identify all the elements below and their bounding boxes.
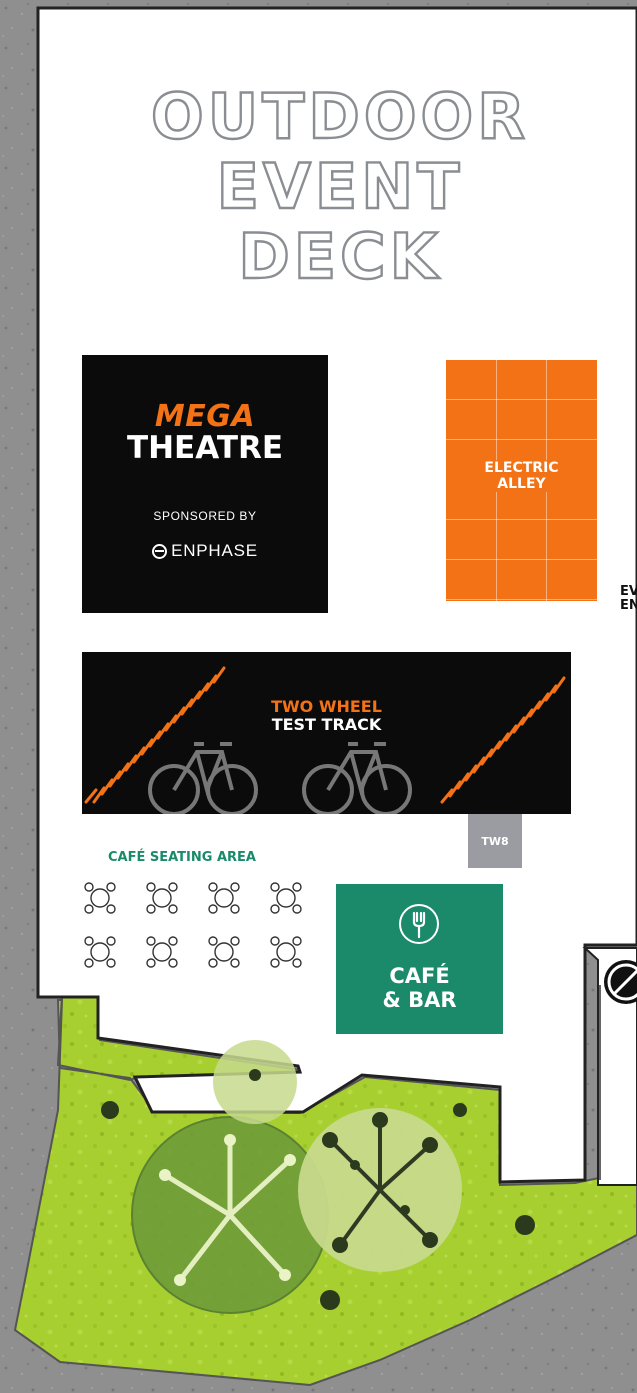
test-track-line2: TEST TRACK: [271, 715, 382, 734]
no-entry-sign-icon: [604, 960, 637, 1004]
mega-theatre-line2: THEATRE: [126, 430, 284, 466]
bicycle-icon: [148, 742, 258, 814]
sponsor-name: ENPHASE: [171, 541, 258, 560]
test-track-line1: TWO WHEEL: [271, 697, 382, 716]
electric-alley-label: ELECTRIC ALLEY: [446, 460, 597, 492]
cafe-bar-zone[interactable]: CAFÉ & BAR: [336, 884, 503, 1034]
cut-off-zone-label: EV EN: [620, 584, 637, 613]
mega-theatre-line1: MEGA: [154, 399, 256, 434]
cafe-bar-line2: & BAR: [382, 988, 457, 1012]
booth-tw8[interactable]: TW8: [468, 814, 522, 868]
cafe-bar-line1: CAFÉ: [389, 964, 450, 988]
deck-title: OUTDOOR EVENT DECK: [150, 80, 529, 293]
electric-alley-zone[interactable]: ELECTRIC ALLEY: [446, 360, 597, 601]
enphase-logo-icon: [152, 544, 168, 559]
cafe-seating-label: CAFÉ SEATING AREA: [108, 850, 256, 865]
sponsored-by-label: SPONSORED BY: [153, 509, 257, 523]
fork-icon: [399, 904, 439, 944]
mega-theatre-zone[interactable]: MEGA THEATRE SPONSORED BY ENPHASE: [82, 355, 328, 613]
test-track-zone[interactable]: TWO WHEEL TEST TRACK: [82, 652, 571, 814]
sponsor-brand: ENPHASE: [82, 541, 328, 561]
bicycle-icon: [302, 742, 412, 814]
